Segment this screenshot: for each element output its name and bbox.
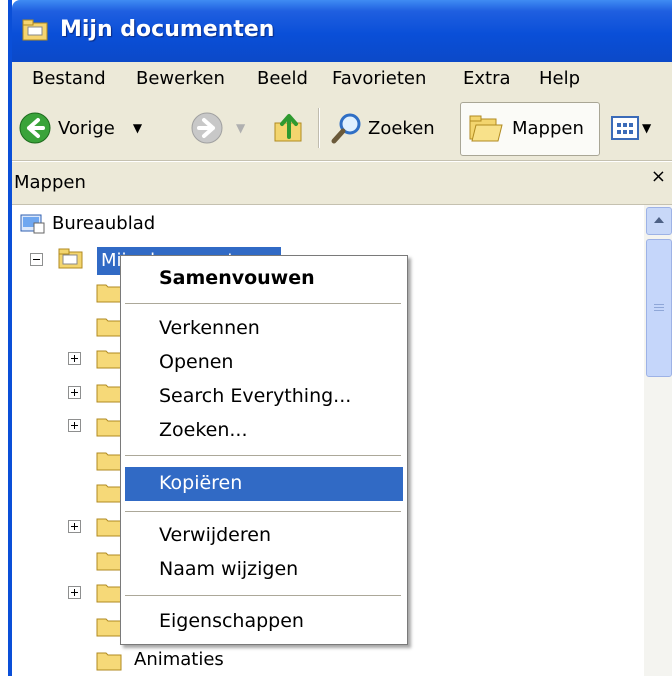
tree-scrollbar[interactable] xyxy=(644,205,672,676)
folder-icon xyxy=(96,384,122,403)
menu-item-zoeken[interactable]: Zoeken... xyxy=(159,419,248,441)
menu-item-kopieren-highlight[interactable]: Kopiëren xyxy=(125,467,403,501)
folder-icon xyxy=(96,618,122,637)
up-folder-icon xyxy=(274,114,302,142)
menu-extra[interactable]: Extra xyxy=(463,68,511,89)
forward-dropdown-icon[interactable]: ▼ xyxy=(236,121,245,135)
menu-item-samenvouwen[interactable]: Samenvouwen xyxy=(159,267,315,289)
context-menu: Samenvouwen Verkennen Openen Search Ever… xyxy=(120,255,408,645)
folder-icon xyxy=(96,452,122,471)
folders-pane-header: Mappen × xyxy=(12,162,672,205)
menu-item-verwijderen[interactable]: Verwijderen xyxy=(159,524,271,546)
menu-beeld[interactable]: Beeld xyxy=(257,68,308,89)
expand-toggle-icon[interactable] xyxy=(68,419,81,432)
up-button[interactable] xyxy=(272,106,306,150)
back-dropdown-icon[interactable]: ▼ xyxy=(133,121,142,135)
folder-icon xyxy=(96,284,122,303)
folders-label: Mappen xyxy=(512,117,584,139)
menu-item-openen[interactable]: Openen xyxy=(159,351,233,373)
search-button[interactable]: Zoeken xyxy=(330,106,435,150)
folder-icon xyxy=(96,418,122,437)
menu-separator xyxy=(125,303,401,304)
window-title: Mijn documenten xyxy=(60,17,275,42)
expand-toggle-icon[interactable] xyxy=(68,386,81,399)
menu-separator xyxy=(125,455,401,456)
folder-icon xyxy=(96,552,122,571)
folder-icon xyxy=(96,484,122,503)
desktop-icon xyxy=(20,214,45,234)
pane-title: Mappen xyxy=(14,172,86,193)
forward-arrow-icon xyxy=(191,112,223,144)
menu-bar: Bestand Bewerken Beeld Favorieten Extra … xyxy=(12,62,672,99)
search-label: Zoeken xyxy=(368,117,435,139)
tree-item-animaties[interactable]: Animaties xyxy=(134,649,224,670)
back-label: Vorige xyxy=(58,117,115,139)
folder-icon xyxy=(96,318,122,337)
folders-icon xyxy=(469,115,503,142)
menu-item-verkennen[interactable]: Verkennen xyxy=(159,317,260,339)
views-icon xyxy=(611,116,639,140)
folder-icon xyxy=(96,584,122,603)
menu-bestand[interactable]: Bestand xyxy=(32,68,106,89)
folder-icon xyxy=(96,350,122,369)
views-dropdown-icon[interactable]: ▼ xyxy=(642,121,651,135)
pane-close-icon[interactable]: × xyxy=(651,166,666,187)
toolbar-separator xyxy=(318,108,320,148)
toolbar: Vorige ▼ ▼ Zoeken Mappen ▼ xyxy=(12,98,672,161)
scroll-up-icon[interactable] xyxy=(646,207,672,235)
title-bar[interactable]: Mijn documenten xyxy=(12,0,672,62)
folders-button-content[interactable]: Mappen xyxy=(468,106,584,150)
menu-item-naam-wijzigen[interactable]: Naam wijzigen xyxy=(159,558,298,580)
menu-help[interactable]: Help xyxy=(539,68,580,89)
menu-favorieten[interactable]: Favorieten xyxy=(332,68,426,89)
search-icon xyxy=(331,113,361,144)
menu-item-eigenschappen[interactable]: Eigenschappen xyxy=(159,610,304,632)
tree-item-bureaublad[interactable]: Bureaublad xyxy=(52,213,155,234)
folder-icon xyxy=(96,652,122,671)
collapse-toggle-icon[interactable] xyxy=(30,253,43,266)
menu-bewerken[interactable]: Bewerken xyxy=(136,68,225,89)
menu-item-search-everything[interactable]: Search Everything... xyxy=(159,385,351,407)
expand-toggle-icon[interactable] xyxy=(68,352,81,365)
views-button[interactable]: ▼ xyxy=(610,106,651,150)
forward-button[interactable]: ▼ xyxy=(190,106,245,150)
folder-icon xyxy=(96,518,122,537)
menu-separator xyxy=(125,511,401,512)
menu-item-kopieren[interactable]: Kopiëren xyxy=(159,472,242,494)
menu-separator xyxy=(125,595,401,596)
back-button[interactable]: Vorige ▼ xyxy=(18,106,142,150)
folder-window-icon xyxy=(22,19,48,41)
expand-toggle-icon[interactable] xyxy=(68,586,81,599)
back-arrow-icon xyxy=(19,112,51,144)
expand-toggle-icon[interactable] xyxy=(68,520,81,533)
my-documents-icon xyxy=(58,248,83,269)
scroll-thumb[interactable] xyxy=(646,239,672,377)
